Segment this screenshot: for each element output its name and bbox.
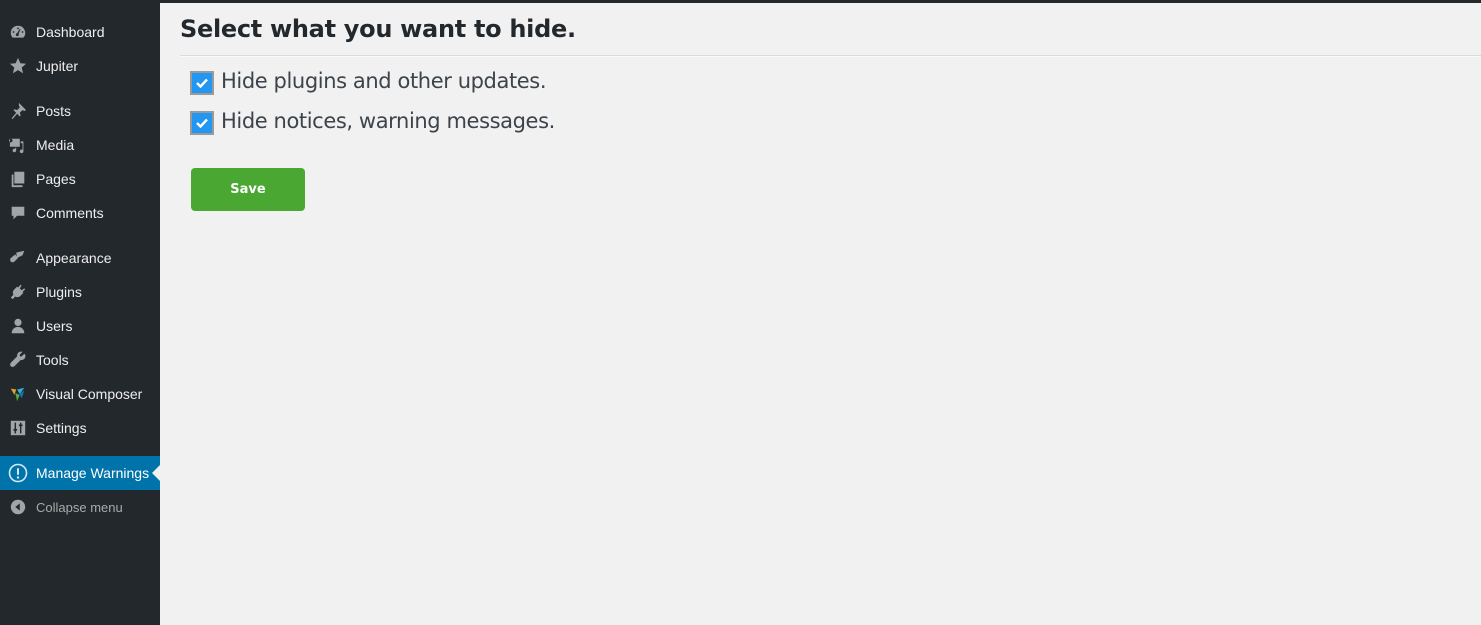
- sidebar-item-label: Collapse menu: [36, 499, 123, 515]
- menu-separator: [0, 230, 160, 241]
- sidebar-item-label: Settings: [36, 420, 87, 436]
- option-label: Hide notices, warning messages.: [221, 108, 555, 133]
- sidebar-item-tools[interactable]: Tools: [0, 343, 160, 377]
- collapse-menu-button[interactable]: Collapse menu: [0, 490, 160, 524]
- sidebar-item-label: Jupiter: [36, 58, 79, 74]
- collapse-arrow-icon: [8, 497, 28, 517]
- menu-separator: [0, 445, 160, 456]
- media-icon: [8, 135, 28, 155]
- hide-plugins-checkbox[interactable]: [190, 71, 214, 95]
- checkmark-icon: [196, 118, 208, 129]
- sidebar-item-appearance[interactable]: Appearance: [0, 241, 160, 275]
- pushpin-icon: [8, 101, 28, 121]
- sidebar-item-label: Users: [36, 318, 73, 334]
- menu-separator: [0, 83, 160, 94]
- sidebar-item-label: Plugins: [36, 284, 82, 300]
- comment-icon: [8, 203, 28, 223]
- user-icon: [8, 316, 28, 336]
- sidebar-item-visual-composer[interactable]: Visual Composer: [0, 377, 160, 411]
- sidebar-item-label: Posts: [36, 103, 72, 119]
- admin-sidebar: Dashboard Jupiter Posts Media Pages Comm…: [0, 0, 160, 625]
- checkmark-icon: [196, 78, 208, 89]
- sidebar-item-users[interactable]: Users: [0, 309, 160, 343]
- sidebar-item-label: Comments: [36, 205, 104, 221]
- pages-icon: [8, 169, 28, 189]
- sidebar-item-label: Visual Composer: [36, 386, 143, 402]
- page-title: Select what you want to hide.: [180, 15, 576, 43]
- settings-sliders-icon: [8, 418, 28, 438]
- star-icon: [8, 56, 28, 76]
- sidebar-item-manage-warnings[interactable]: Manage Warnings: [0, 456, 160, 490]
- sidebar-item-label: Pages: [36, 171, 76, 187]
- sidebar-item-dashboard[interactable]: Dashboard: [0, 15, 160, 49]
- title-divider: [180, 55, 1481, 57]
- sidebar-item-label: Media: [36, 137, 75, 153]
- save-button[interactable]: Save: [191, 168, 305, 211]
- admin-menu: Dashboard Jupiter Posts Media Pages Comm…: [0, 15, 160, 524]
- warning-circle-icon: [8, 463, 28, 483]
- sidebar-item-pages[interactable]: Pages: [0, 162, 160, 196]
- sidebar-item-label: Dashboard: [36, 24, 105, 40]
- paintbrush-icon: [8, 248, 28, 268]
- hide-notices-checkbox[interactable]: [190, 111, 214, 135]
- main-content: Select what you want to hide. Hide plugi…: [180, 0, 1481, 211]
- sidebar-item-plugins[interactable]: Plugins: [0, 275, 160, 309]
- plug-icon: [8, 282, 28, 302]
- sidebar-item-label: Manage Warnings: [36, 465, 150, 481]
- sidebar-item-comments[interactable]: Comments: [0, 196, 160, 230]
- sidebar-item-posts[interactable]: Posts: [0, 94, 160, 128]
- option-label: Hide plugins and other updates.: [221, 68, 547, 93]
- option-hide-notices[interactable]: Hide notices, warning messages.: [190, 106, 555, 135]
- dashboard-icon: [8, 22, 28, 42]
- sidebar-item-media[interactable]: Media: [0, 128, 160, 162]
- option-hide-plugins-updates[interactable]: Hide plugins and other updates.: [190, 66, 547, 95]
- visual-composer-icon: [8, 384, 28, 404]
- sidebar-item-jupiter[interactable]: Jupiter: [0, 49, 160, 83]
- wrench-icon: [8, 350, 28, 370]
- sidebar-item-label: Appearance: [36, 250, 112, 266]
- sidebar-item-label: Tools: [36, 352, 69, 368]
- sidebar-item-settings[interactable]: Settings: [0, 411, 160, 445]
